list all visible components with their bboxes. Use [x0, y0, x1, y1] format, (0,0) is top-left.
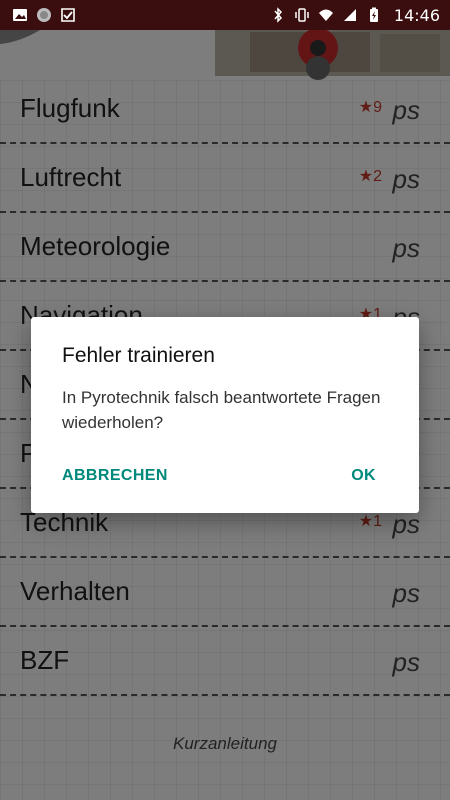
battery-charging-icon	[369, 7, 378, 22]
signal-icon	[343, 9, 356, 21]
dialog-title: Fehler trainieren	[62, 344, 215, 367]
download-check-icon	[61, 8, 75, 22]
wifi-icon	[318, 9, 333, 21]
bluetooth-icon	[274, 7, 282, 23]
vibrate-icon	[295, 8, 309, 22]
confirm-dialog: Fehler trainieren In Pyrotechnik falsch …	[31, 317, 419, 513]
clock: 14:46	[393, 5, 440, 25]
image-icon	[13, 9, 27, 21]
avatar-icon	[37, 8, 51, 22]
ok-button[interactable]: OK	[351, 467, 376, 485]
status-bar: 14:46	[0, 0, 450, 30]
dialog-message: In Pyrotechnik falsch beantwortete Frage…	[62, 388, 381, 432]
cancel-button[interactable]: ABBRECHEN	[62, 467, 168, 485]
